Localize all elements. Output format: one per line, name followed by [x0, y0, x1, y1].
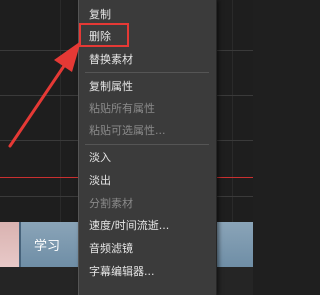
annotation-highlight-box — [79, 23, 129, 47]
menu-item-copy-attributes[interactable]: 复制属性 — [89, 80, 133, 94]
clip-label: 学习 — [34, 239, 61, 254]
clip-divider — [19, 222, 21, 267]
menu-item-paste-selected-attributes[interactable]: 粘贴可选属性... — [89, 124, 166, 138]
menu-item-audio-filter[interactable]: 音频滤镜 — [89, 242, 133, 256]
menu-separator — [85, 144, 209, 145]
menu-item-paste-all-attributes[interactable]: 粘贴所有属性 — [89, 102, 155, 116]
menu-item-split-clip[interactable]: 分割素材 — [89, 197, 133, 211]
menu-item-replace-media[interactable]: 替换素材 — [89, 53, 133, 67]
menu-item-fade-out[interactable]: 淡出 — [89, 174, 111, 188]
menu-separator — [85, 72, 209, 73]
clip-thumbnail — [0, 222, 19, 267]
menu-item-subtitle-editor[interactable]: 字幕编辑器... — [89, 265, 155, 279]
menu-item-fade-in[interactable]: 淡入 — [89, 151, 111, 165]
menu-item-copy[interactable]: 复制 — [89, 8, 111, 22]
menu-item-speed-timelapse[interactable]: 速度/时间流逝... — [89, 219, 169, 233]
